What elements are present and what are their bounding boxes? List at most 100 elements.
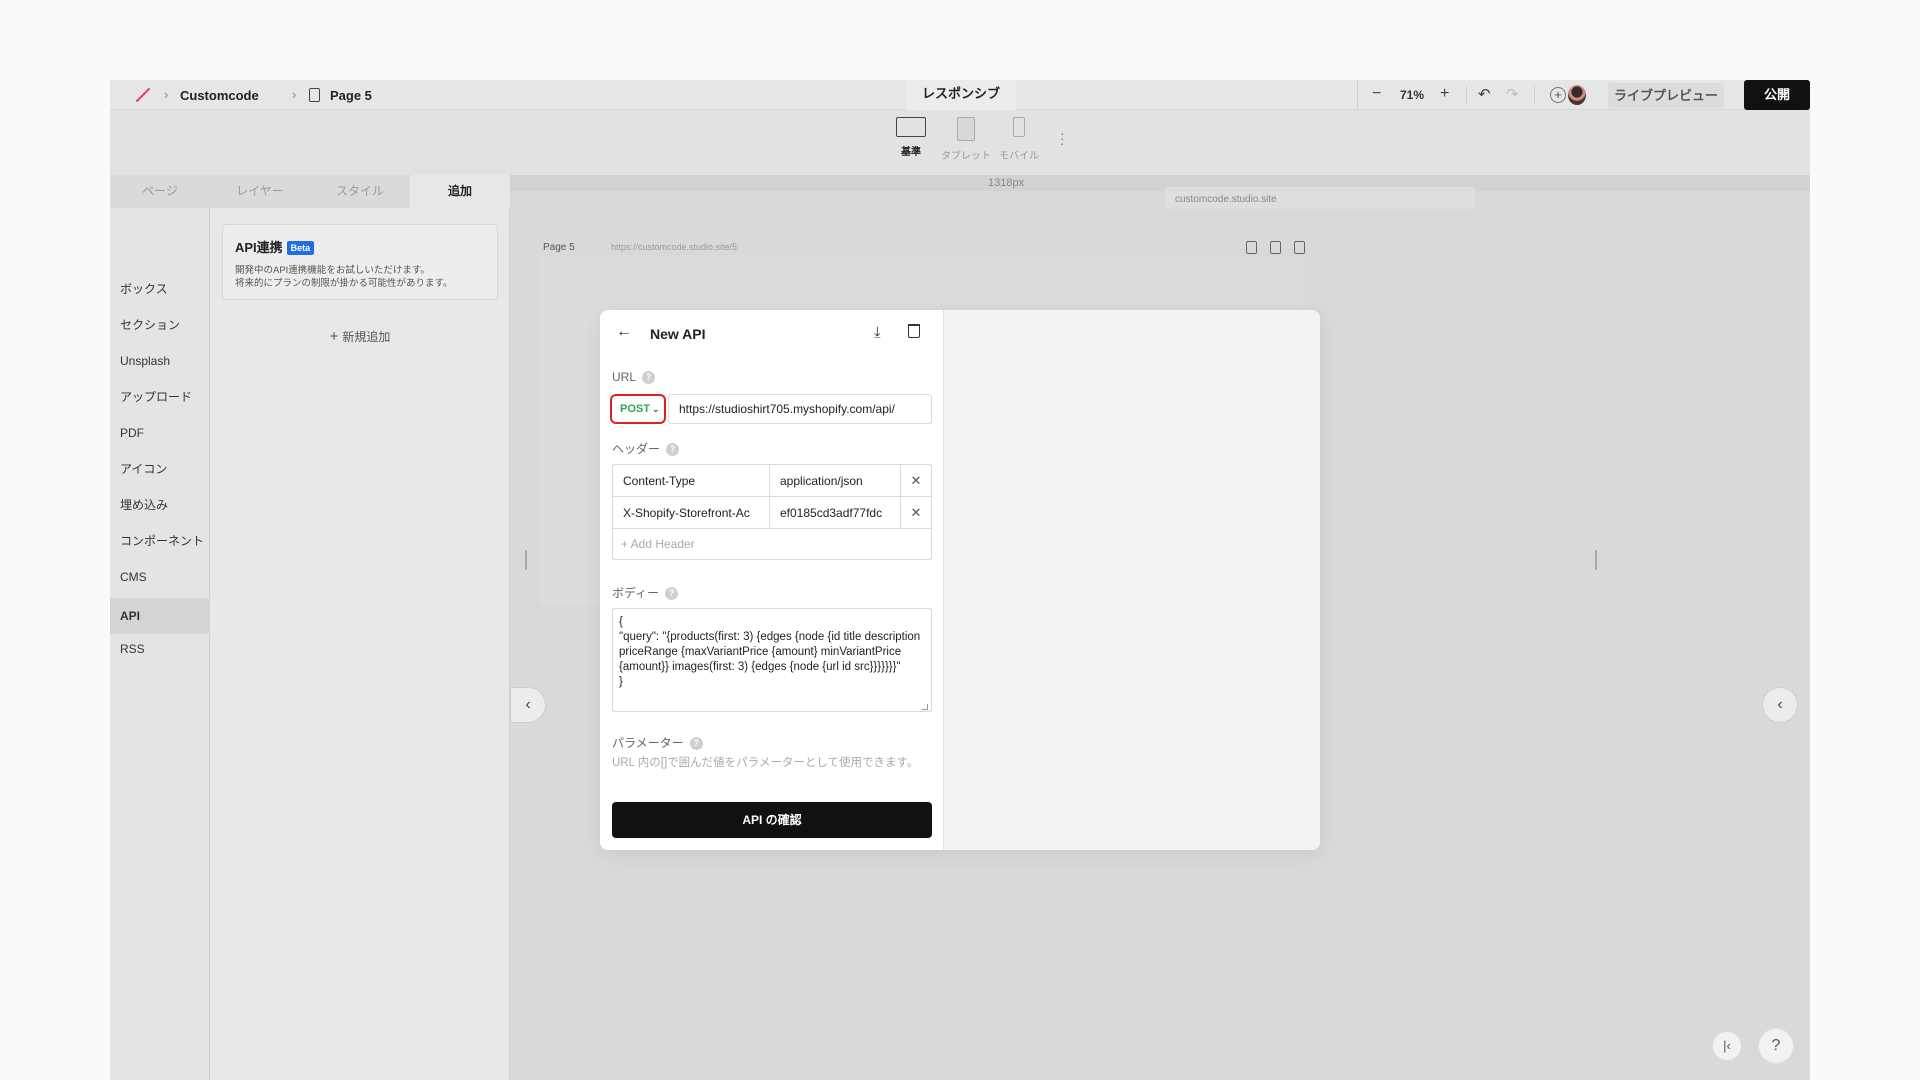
device-label: 基準 [901, 147, 921, 158]
api-preview-pane [944, 310, 1320, 850]
chevron-down-icon: ⌄ [651, 404, 660, 414]
zoom-out-icon[interactable]: − [1372, 85, 1381, 103]
top-bar: › Customcode › Page 5 レスポンシブ − 71% + ↶ ↷… [110, 80, 1810, 110]
headers-table: Content-Type application/json ✕ X-Shopif… [612, 464, 932, 560]
zoom-in-icon[interactable]: + [1440, 85, 1449, 103]
close-icon[interactable]: ✕ [901, 497, 931, 529]
undo-icon[interactable]: ↶ [1478, 85, 1491, 103]
nav-item-section[interactable]: セクション [110, 310, 210, 340]
chevron-right-icon: › [164, 87, 169, 102]
breadcrumb-page[interactable]: Page 5 [330, 88, 372, 103]
trash-icon[interactable] [908, 324, 920, 338]
nav-item-pdf[interactable]: PDF [110, 418, 210, 448]
page-icon [309, 88, 320, 102]
api-card-desc: 開発中のAPI連携機能をお試しいただけます。 将来的にプランの制限が掛かる可能性… [235, 264, 485, 290]
help-button[interactable]: ? [1758, 1028, 1794, 1064]
resize-handle-right[interactable] [1595, 550, 1597, 570]
site-url-chip[interactable]: customcode.studio.site [1165, 187, 1475, 209]
breadcrumb-project[interactable]: Customcode [180, 88, 259, 103]
publish-button[interactable]: 公開 [1744, 80, 1810, 110]
headers-label-text: ヘッダー [612, 442, 661, 456]
nav-item-upload[interactable]: アップロード [110, 382, 210, 412]
confirm-api-button[interactable]: API の確認 [612, 802, 932, 838]
body-label-text: ボディー [612, 586, 660, 600]
nav-item-box[interactable]: ボックス [110, 274, 210, 304]
responsive-tab[interactable]: レスポンシブ [906, 80, 1016, 110]
method-select[interactable]: POST ⌄ [610, 394, 666, 424]
avatar[interactable] [1568, 85, 1586, 105]
header-value-input[interactable]: ef0185cd3adf77fdc [770, 497, 901, 529]
tablet-icon [957, 117, 975, 141]
nav-item-icon[interactable]: アイコン [110, 454, 210, 484]
chevron-left-icon[interactable]: ‹ [1762, 687, 1798, 723]
device-tablet[interactable]: タブレット [936, 117, 996, 162]
collapse-panel-icon[interactable]: |‹ [1712, 1031, 1742, 1061]
device-switcher: 基準 タブレット モバイル · · · [110, 111, 1810, 175]
add-member-icon[interactable]: + [1550, 87, 1566, 103]
chevron-left-icon[interactable]: ‹ [510, 687, 546, 723]
beta-badge: Beta [286, 241, 315, 255]
device-desktop[interactable]: 基準 [886, 117, 936, 158]
api-panel: API連携 Beta 開発中のAPI連携機能をお試しいただけます。 将来的にプラン… [210, 208, 510, 1080]
duplicate-page-icon[interactable] [1270, 241, 1281, 254]
api-card-title-text: API連携 [235, 240, 283, 255]
tab-style[interactable]: スタイル [310, 175, 410, 208]
help-icon[interactable]: ? [642, 371, 656, 385]
nav-item-rss[interactable]: RSS [110, 634, 210, 664]
nav-item-component[interactable]: コンポーネント [110, 526, 210, 556]
url-label-text: URL [612, 370, 637, 384]
nav-item-embed[interactable]: 埋め込み [110, 490, 210, 520]
device-label: モバイル [999, 151, 1039, 162]
nav-item-cms[interactable]: CMS [110, 562, 210, 592]
zoom-level[interactable]: 71% [1400, 88, 1424, 102]
method-value: POST [620, 403, 650, 415]
api-info-card: API連携 Beta 開発中のAPI連携機能をお試しいただけます。 将来的にプラン… [222, 224, 498, 300]
redo-icon[interactable]: ↷ [1506, 85, 1519, 103]
headers-label: ヘッダー? [612, 440, 680, 457]
add-new-label: 新規追加 [342, 330, 391, 344]
nav-item-unsplash[interactable]: Unsplash [110, 346, 210, 376]
params-label-text: パラメーター [612, 736, 684, 750]
more-options-icon[interactable]: · · · [1060, 126, 1065, 150]
device-mobile[interactable]: モバイル [996, 117, 1042, 162]
download-icon[interactable]: ⤓ [874, 324, 881, 341]
header-key-input[interactable]: Content-Type [613, 465, 770, 497]
header-key-input[interactable]: X-Shopify-Storefront-Ac [613, 497, 770, 529]
header-value-input[interactable]: application/json [770, 465, 901, 497]
sidebar-tabs: ページ レイヤー スタイル 追加 [110, 175, 510, 208]
close-icon[interactable]: ✕ [901, 465, 931, 497]
back-arrow-icon[interactable]: ← [616, 323, 632, 341]
add-new-api-button[interactable]: + 新規追加 [210, 328, 510, 345]
help-icon[interactable]: ? [666, 443, 680, 457]
trash-icon[interactable] [1246, 241, 1257, 254]
api-editor-modal: ← New API ⤓ URL? POST ⌄ https://studioshi… [600, 310, 1320, 850]
device-label: タブレット [941, 151, 991, 162]
body-textarea[interactable]: { "query": "{products(first: 3) {edges {… [612, 608, 932, 712]
api-card-desc-line: 開発中のAPI連携機能をお試しいただけます。 [235, 265, 430, 276]
ruler-width-label: 1318px [988, 177, 1025, 189]
add-page-icon[interactable] [1294, 241, 1305, 254]
body-label: ボディー? [612, 584, 679, 601]
help-icon[interactable]: ? [689, 737, 703, 751]
help-icon[interactable]: ? [665, 587, 679, 601]
page-frame-url[interactable]: https://customcode.studio.site/5 [611, 242, 737, 252]
api-form: ← New API ⤓ URL? POST ⌄ https://studioshi… [600, 310, 944, 850]
desktop-icon [896, 117, 926, 137]
mobile-icon [1013, 117, 1025, 137]
resize-handle-left[interactable] [525, 550, 527, 570]
params-description: URL 内の[]で囲んだ値をパラメーターとして使用できます。 [612, 757, 919, 769]
url-label: URL? [612, 370, 656, 385]
divider [1466, 86, 1467, 104]
header-row: Content-Type application/json ✕ [613, 465, 931, 497]
zoom-divider [1357, 80, 1358, 110]
nav-item-api[interactable]: API [110, 598, 210, 634]
tab-add[interactable]: 追加 [410, 175, 510, 208]
tab-page[interactable]: ページ [110, 175, 210, 208]
url-input[interactable]: https://studioshirt705.myshopify.com/api… [668, 394, 932, 424]
ruler: 1318px [510, 175, 1810, 191]
studio-logo-icon[interactable] [134, 86, 152, 104]
tab-layer[interactable]: レイヤー [210, 175, 310, 208]
live-preview-button[interactable]: ライブプレビュー [1608, 83, 1724, 108]
add-header-button[interactable]: + Add Header [621, 537, 695, 551]
resize-grip-icon[interactable] [922, 704, 928, 710]
